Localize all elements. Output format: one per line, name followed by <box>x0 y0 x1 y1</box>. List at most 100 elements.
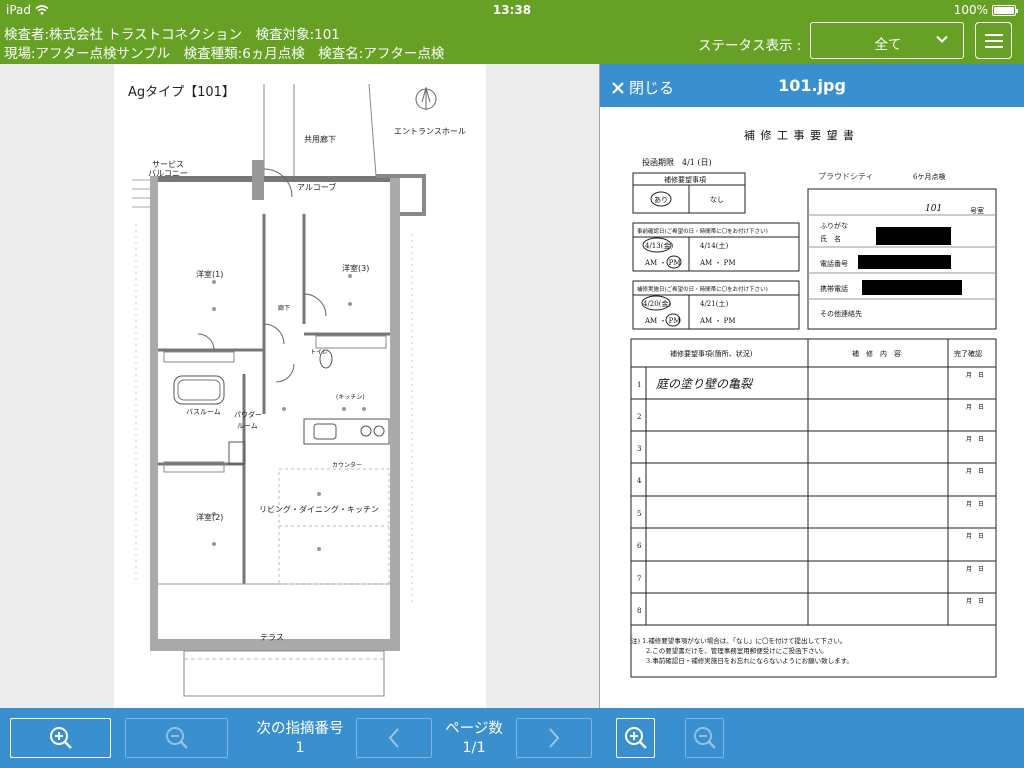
room-alcove: アルコーブ <box>297 182 336 192</box>
viewer-header: 閉じる 101.jpg <box>600 64 1024 107</box>
room-entrance-hall: エントランスホール <box>394 127 466 136</box>
doc-monthday-7: 月 日 <box>966 566 984 573</box>
site-info: 現場:アフター点検サンプル 検査種類:6ヵ月点検 検査名:アフター点検 <box>4 46 445 62</box>
status-filter-label: ステータス表示 : <box>698 38 802 54</box>
plan-zoom-out-button[interactable] <box>125 718 228 758</box>
doc-mobile: 携帯電話 <box>820 284 848 293</box>
doc-request-items: 補修要望事項 <box>664 175 706 184</box>
room-western2: 洋室(2) <box>196 512 223 522</box>
redacted-phone <box>858 255 951 269</box>
status-time: 13:38 <box>492 3 532 17</box>
document-image[interactable]: 補 修 工 事 要 望 書 投函期限 4/1 (日) 補修要望事項 あり なし … <box>600 107 1024 708</box>
doc-title: 補 修 工 事 要 望 書 <box>744 128 855 142</box>
room-bathroom: バスルーム <box>186 408 221 416</box>
svg-text:5: 5 <box>637 510 641 518</box>
room-terrace: テラス <box>260 633 284 642</box>
room-kitchen: (キッチン) <box>336 394 365 401</box>
doc-impl-date: 補修実施日(ご希望の日・時間帯に〇をお付け下さい) <box>637 285 768 293</box>
doc-monthday-2: 月 日 <box>966 404 984 411</box>
doc-handwritten-room: 101 <box>925 204 942 214</box>
inspector-info: 検査者:株式会社 トラストコネクション 検査対象:101 <box>4 27 340 43</box>
bottom-toolbar: 次の指摘番号 1 ページ数 1/1 <box>0 708 1024 768</box>
room-western1: 洋室(1) <box>196 269 223 279</box>
zoom-in-icon <box>49 727 72 749</box>
plan-zoom-in-button[interactable] <box>10 718 111 758</box>
room-service-balcony-2: バルコニー <box>148 169 188 178</box>
svg-text:8: 8 <box>637 607 641 615</box>
svg-text:6: 6 <box>637 542 642 550</box>
viewer-filename: 101.jpg <box>778 76 846 95</box>
status-bar: iPad 13:38 100% <box>0 0 1024 20</box>
doc-deadline: 投函期限 4/1 (日) <box>642 157 712 167</box>
svg-text:1: 1 <box>637 381 641 389</box>
redacted-name <box>876 227 951 245</box>
doc-note1: 注) 1.補修要望事項がない場合は、「なし」に〇を付けて提出して下さい。 <box>631 636 846 645</box>
doc-pre-check: 事前確認日(ご希望の日・時間帯に〇をお付け下さい) <box>637 227 768 235</box>
room-ldk: リビング・ダイニング・キッチン <box>259 504 379 514</box>
doc-monthday-4: 月 日 <box>966 468 984 475</box>
doc-yes: あり <box>654 196 668 204</box>
doc-col-content: 補 修 内 容 <box>852 349 901 358</box>
doc-col-done: 完了確認 <box>954 349 982 358</box>
floor-plan-drawing: 共用廊下 エントランスホール サービス バルコニー アルコーブ 洋室(1) 洋室… <box>132 83 466 697</box>
doc-note3: 3.事前確認日・補修実施日をお忘れにならないようにお願い致します。 <box>646 656 853 665</box>
doc-date1: 4/13(金) <box>645 241 673 250</box>
hamburger-icon-bar <box>985 40 1003 42</box>
doc-name: 氏 名 <box>820 234 841 243</box>
zoom-out-icon <box>693 727 716 749</box>
room-common-corridor: 共用廊下 <box>304 134 336 144</box>
image-zoom-out-button[interactable] <box>685 718 724 758</box>
hamburger-icon-bar <box>985 46 1003 48</box>
floor-plan-sheet[interactable]: Agタイプ【101】 共用廊下 エントランスホール サービス バルコニー アルコ… <box>114 64 486 708</box>
prev-page-button[interactable] <box>356 718 432 758</box>
doc-other-contact: その他連絡先 <box>820 309 862 318</box>
doc-date4: 4/21(土) <box>700 299 728 308</box>
next-issue-value: 1 <box>295 740 305 756</box>
doc-date2: 4/14(土) <box>700 241 728 250</box>
room-service-balcony-1: サービス <box>152 160 184 169</box>
svg-text:3: 3 <box>637 445 641 453</box>
room-powder-1: パウダー <box>234 410 262 419</box>
redacted-mobile <box>862 280 962 295</box>
status-battery: 100% <box>953 3 1018 17</box>
zoom-in-icon <box>624 727 647 749</box>
page-count-label: ページ数 <box>445 721 503 737</box>
doc-no: なし <box>710 196 724 204</box>
image-zoom-in-button[interactable] <box>616 718 655 758</box>
doc-handwritten-row1: 庭の塗り壁の亀裂 <box>656 377 754 391</box>
svg-text:4: 4 <box>637 477 642 485</box>
room-western3: 洋室(3) <box>342 263 369 273</box>
doc-monthday-5: 月 日 <box>966 501 984 508</box>
hamburger-icon <box>985 34 1003 36</box>
doc-ampm2: AM ・ PM <box>699 259 736 267</box>
menu-button[interactable] <box>975 22 1012 59</box>
battery-icon <box>992 4 1018 16</box>
svg-text:7: 7 <box>637 575 641 583</box>
doc-furigana: ふりがな <box>820 221 848 230</box>
doc-monthday-1: 月 日 <box>966 372 984 379</box>
repair-request-form: 補 修 工 事 要 望 書 投函期限 4/1 (日) 補修要望事項 あり なし … <box>630 128 997 678</box>
next-page-button[interactable] <box>516 718 592 758</box>
zoom-out-icon <box>165 727 188 749</box>
doc-col-item: 補修要望事項(箇所、状況) <box>670 349 753 358</box>
doc-phone: 電話番号 <box>820 259 848 268</box>
doc-room-no: 号室 <box>970 206 984 215</box>
doc-ampm3: AM ・ PM <box>644 317 681 325</box>
chevron-left-icon <box>388 728 399 748</box>
inspection-header: 検査者:株式会社 トラストコネクション 検査対象:101 現場:アフター点検サン… <box>0 20 1024 64</box>
doc-date3: 4/20(金) <box>643 299 671 308</box>
status-filter-select[interactable]: 全て <box>810 22 964 59</box>
doc-six-month: 6ケ月点検 <box>913 172 945 181</box>
doc-monthday-6: 月 日 <box>966 533 984 540</box>
doc-monthday-8: 月 日 <box>966 598 984 605</box>
chevron-right-icon <box>549 728 560 748</box>
svg-text:2: 2 <box>637 413 641 421</box>
chevron-down-icon <box>935 32 949 50</box>
doc-monthday-3: 月 日 <box>966 436 984 443</box>
page-count-value: 1/1 <box>462 740 486 756</box>
doc-handwritten-site: プラウドシティ <box>818 172 874 181</box>
doc-ampm1: AM ・ PM <box>644 259 681 267</box>
doc-note2: 2.この要望書だけを、管理事務室用郵便受けにご投函下さい。 <box>646 646 828 655</box>
room-corridor: 廊下 <box>278 304 290 312</box>
battery-percent: 100% <box>953 3 988 17</box>
